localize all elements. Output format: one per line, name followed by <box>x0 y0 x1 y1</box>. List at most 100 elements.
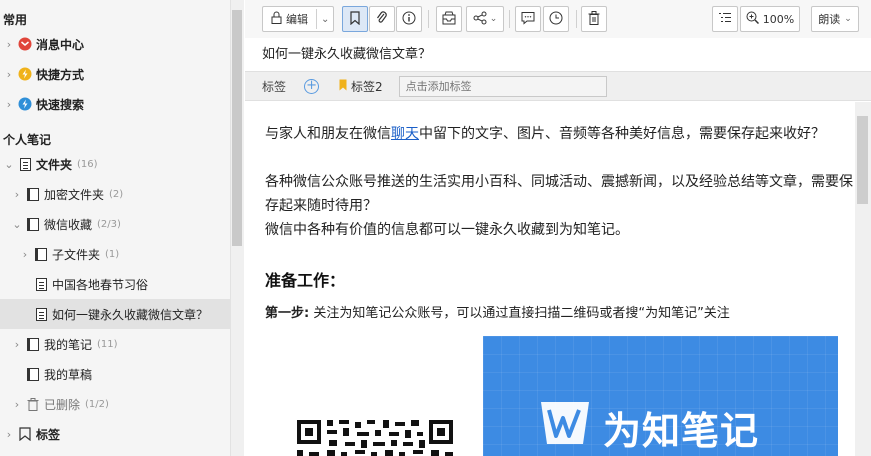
outline-button[interactable] <box>712 6 738 32</box>
sidebar-item-message-center[interactable]: › 消息中心 <box>0 29 230 59</box>
toolbar: 编辑 ⌄ ⌄ 100% 朗读 ⌄ <box>245 0 871 38</box>
notebook-icon <box>26 367 40 381</box>
notebook-icon <box>26 337 40 351</box>
banner-text: 为知笔记 <box>603 409 760 453</box>
chevron-right-icon[interactable]: › <box>20 248 30 261</box>
tree-item-folder[interactable]: ⌄ 文件夹 (16) <box>0 149 230 179</box>
tree-item-label: 中国各地春节习俗 <box>52 277 149 292</box>
notebook-icon <box>26 217 40 231</box>
tree-item-label: 文件夹 <box>36 157 73 172</box>
step-one-text: 第一步: 关注为知笔记公众账号，可以通过直接扫描二维码或者搜“为知笔记”关注 <box>265 302 730 321</box>
tree-item-tags[interactable]: › 标签 <box>0 419 230 449</box>
chevron-right-icon[interactable]: › <box>4 98 14 111</box>
quick-search-icon <box>18 97 32 111</box>
sidebar-item-quick-search[interactable]: › 快速搜索 <box>0 89 230 119</box>
bookmark-button[interactable] <box>342 6 368 32</box>
trash-icon <box>588 10 600 28</box>
chevron-down-icon[interactable]: ⌄ <box>490 14 498 24</box>
section-common-heading: 常用 <box>3 13 28 27</box>
tree-item-count: (1/2) <box>85 398 109 410</box>
tag-label: 标签 <box>262 79 287 94</box>
read-aloud-button[interactable]: 朗读 ⌄ <box>811 6 859 32</box>
note-title[interactable]: 如何一键永久收藏微信文章？ <box>262 43 431 62</box>
delete-button[interactable] <box>581 6 607 32</box>
tree-item-note-wechat-article[interactable]: 如何一键永久收藏微信文章？ <box>0 299 230 329</box>
tag-icon <box>18 427 32 441</box>
edit-button[interactable]: 编辑 ⌄ <box>262 6 334 32</box>
qr-code-image <box>297 420 457 456</box>
tree-item-label: 子文件夹 <box>52 247 101 262</box>
history-button[interactable] <box>543 6 569 32</box>
chevron-right-icon[interactable]: › <box>4 68 14 81</box>
paragraph-1: 与家人和朋友在微信聊天中留下的文字、图片、音频等各种美好信息，需要保存起来收好？ <box>265 122 855 146</box>
tag-bar: 标签 + 标签2 <box>245 71 871 101</box>
list-icon <box>718 12 732 27</box>
note-content: 与家人和朋友在微信聊天中留下的文字、图片、音频等各种美好信息，需要保存起来收好？… <box>245 102 855 456</box>
tree-item-my-drafts[interactable]: 我的草稿 <box>0 359 230 389</box>
chevron-right-icon[interactable]: › <box>4 428 14 441</box>
clock-icon <box>549 11 563 28</box>
tree-item-deleted[interactable]: › 已删除 (1/2) <box>0 389 230 419</box>
tree-item-label: 加密文件夹 <box>44 187 105 202</box>
chat-link[interactable]: 聊天 <box>391 126 419 142</box>
tree-item-count: (16) <box>77 158 98 170</box>
section-heading: 准备工作： <box>265 271 346 290</box>
info-button[interactable] <box>396 6 422 32</box>
sidebar-item-shortcuts[interactable]: › 快捷方式 <box>0 59 230 89</box>
step-label: 第一步: <box>265 306 310 321</box>
zoom-level: 100% <box>762 12 795 26</box>
lock-icon <box>271 11 282 27</box>
note-panel: 编辑 ⌄ ⌄ 100% 朗读 ⌄ 如何一键永久收藏微信文章？ 标签 + 标签2 … <box>245 0 871 456</box>
tag-icon <box>339 79 347 94</box>
tree-item-label: 已删除 <box>44 397 81 412</box>
sidebar-scrollbar-thumb[interactable] <box>232 10 242 246</box>
chevron-right-icon[interactable]: › <box>12 398 22 411</box>
chevron-right-icon[interactable]: › <box>4 38 14 51</box>
attachment-button[interactable] <box>369 6 395 32</box>
sidebar-item-label: 消息中心 <box>36 37 85 52</box>
tree-item-label: 微信收藏 <box>44 217 93 232</box>
sidebar-item-label: 快捷方式 <box>36 67 85 82</box>
paperclip-icon <box>376 10 388 28</box>
tree-item-encrypted-folder[interactable]: › 加密文件夹 (2) <box>0 179 230 209</box>
content-scrollbar-thumb[interactable] <box>857 116 868 204</box>
tree-item-label: 我的草稿 <box>44 367 93 382</box>
chevron-down-icon[interactable]: ⌄ <box>4 158 14 171</box>
bookmark-icon <box>349 10 361 28</box>
trash-icon <box>26 397 40 411</box>
document-icon <box>34 277 48 291</box>
tree-item-subfolder[interactable]: › 子文件夹 (1) <box>0 239 230 269</box>
sidebar-item-label: 快速搜索 <box>36 97 85 112</box>
chevron-down-icon[interactable]: ⌄ <box>844 14 852 24</box>
share-button[interactable]: ⌄ <box>466 6 504 32</box>
comment-icon <box>521 11 535 28</box>
tree-item-count: (2) <box>109 188 124 200</box>
inbox-icon <box>442 11 456 28</box>
add-tag-icon[interactable]: + <box>304 78 320 94</box>
zoom-button[interactable]: 100% <box>740 6 800 32</box>
tag-chip[interactable]: 标签2 <box>339 78 383 95</box>
sidebar: 常用 › 消息中心 › 快捷方式 › 快速搜索 个人笔记 ⌄ 文件夹 (16) … <box>0 0 244 456</box>
archive-button[interactable] <box>436 6 462 32</box>
tree-item-label: 我的笔记 <box>44 337 93 352</box>
wiz-note-banner-image: 为知笔记 <box>483 336 838 456</box>
section-personal-heading: 个人笔记 <box>3 133 52 147</box>
chevron-down-icon[interactable]: ⌄ <box>12 218 22 231</box>
paragraph-text: 与家人和朋友在微信 <box>265 126 391 142</box>
chevron-right-icon[interactable]: › <box>12 188 22 201</box>
tree-item-my-notes[interactable]: › 我的笔记 (11) <box>0 329 230 359</box>
read-aloud-label: 朗读 <box>818 13 841 26</box>
tag-chip-label: 标签2 <box>351 79 383 94</box>
notebook-icon <box>34 247 48 261</box>
comment-button[interactable] <box>515 6 541 32</box>
tree-item-note-spring-festival[interactable]: 中国各地春节习俗 <box>0 269 230 299</box>
tree-item-label: 如何一键永久收藏微信文章？ <box>52 307 209 322</box>
chevron-right-icon[interactable]: › <box>12 338 22 351</box>
chevron-down-icon[interactable]: ⌄ <box>321 14 329 25</box>
share-icon <box>473 11 487 28</box>
tree-item-wechat-favorites[interactable]: ⌄ 微信收藏 (2/3) <box>0 209 230 239</box>
step-body: 关注为知笔记公众账号，可以通过直接扫描二维码或者搜“为知笔记”关注 <box>309 306 730 321</box>
paragraph-3: 微信中各种有价值的信息都可以一键永久收藏到为知笔记。 <box>265 222 629 238</box>
paragraph-2: 各种微信公众账号推送的生活实用小百科、同城活动、震撼新闻，以及经验总结等文章，需… <box>265 174 853 214</box>
add-tag-input[interactable] <box>398 75 607 97</box>
